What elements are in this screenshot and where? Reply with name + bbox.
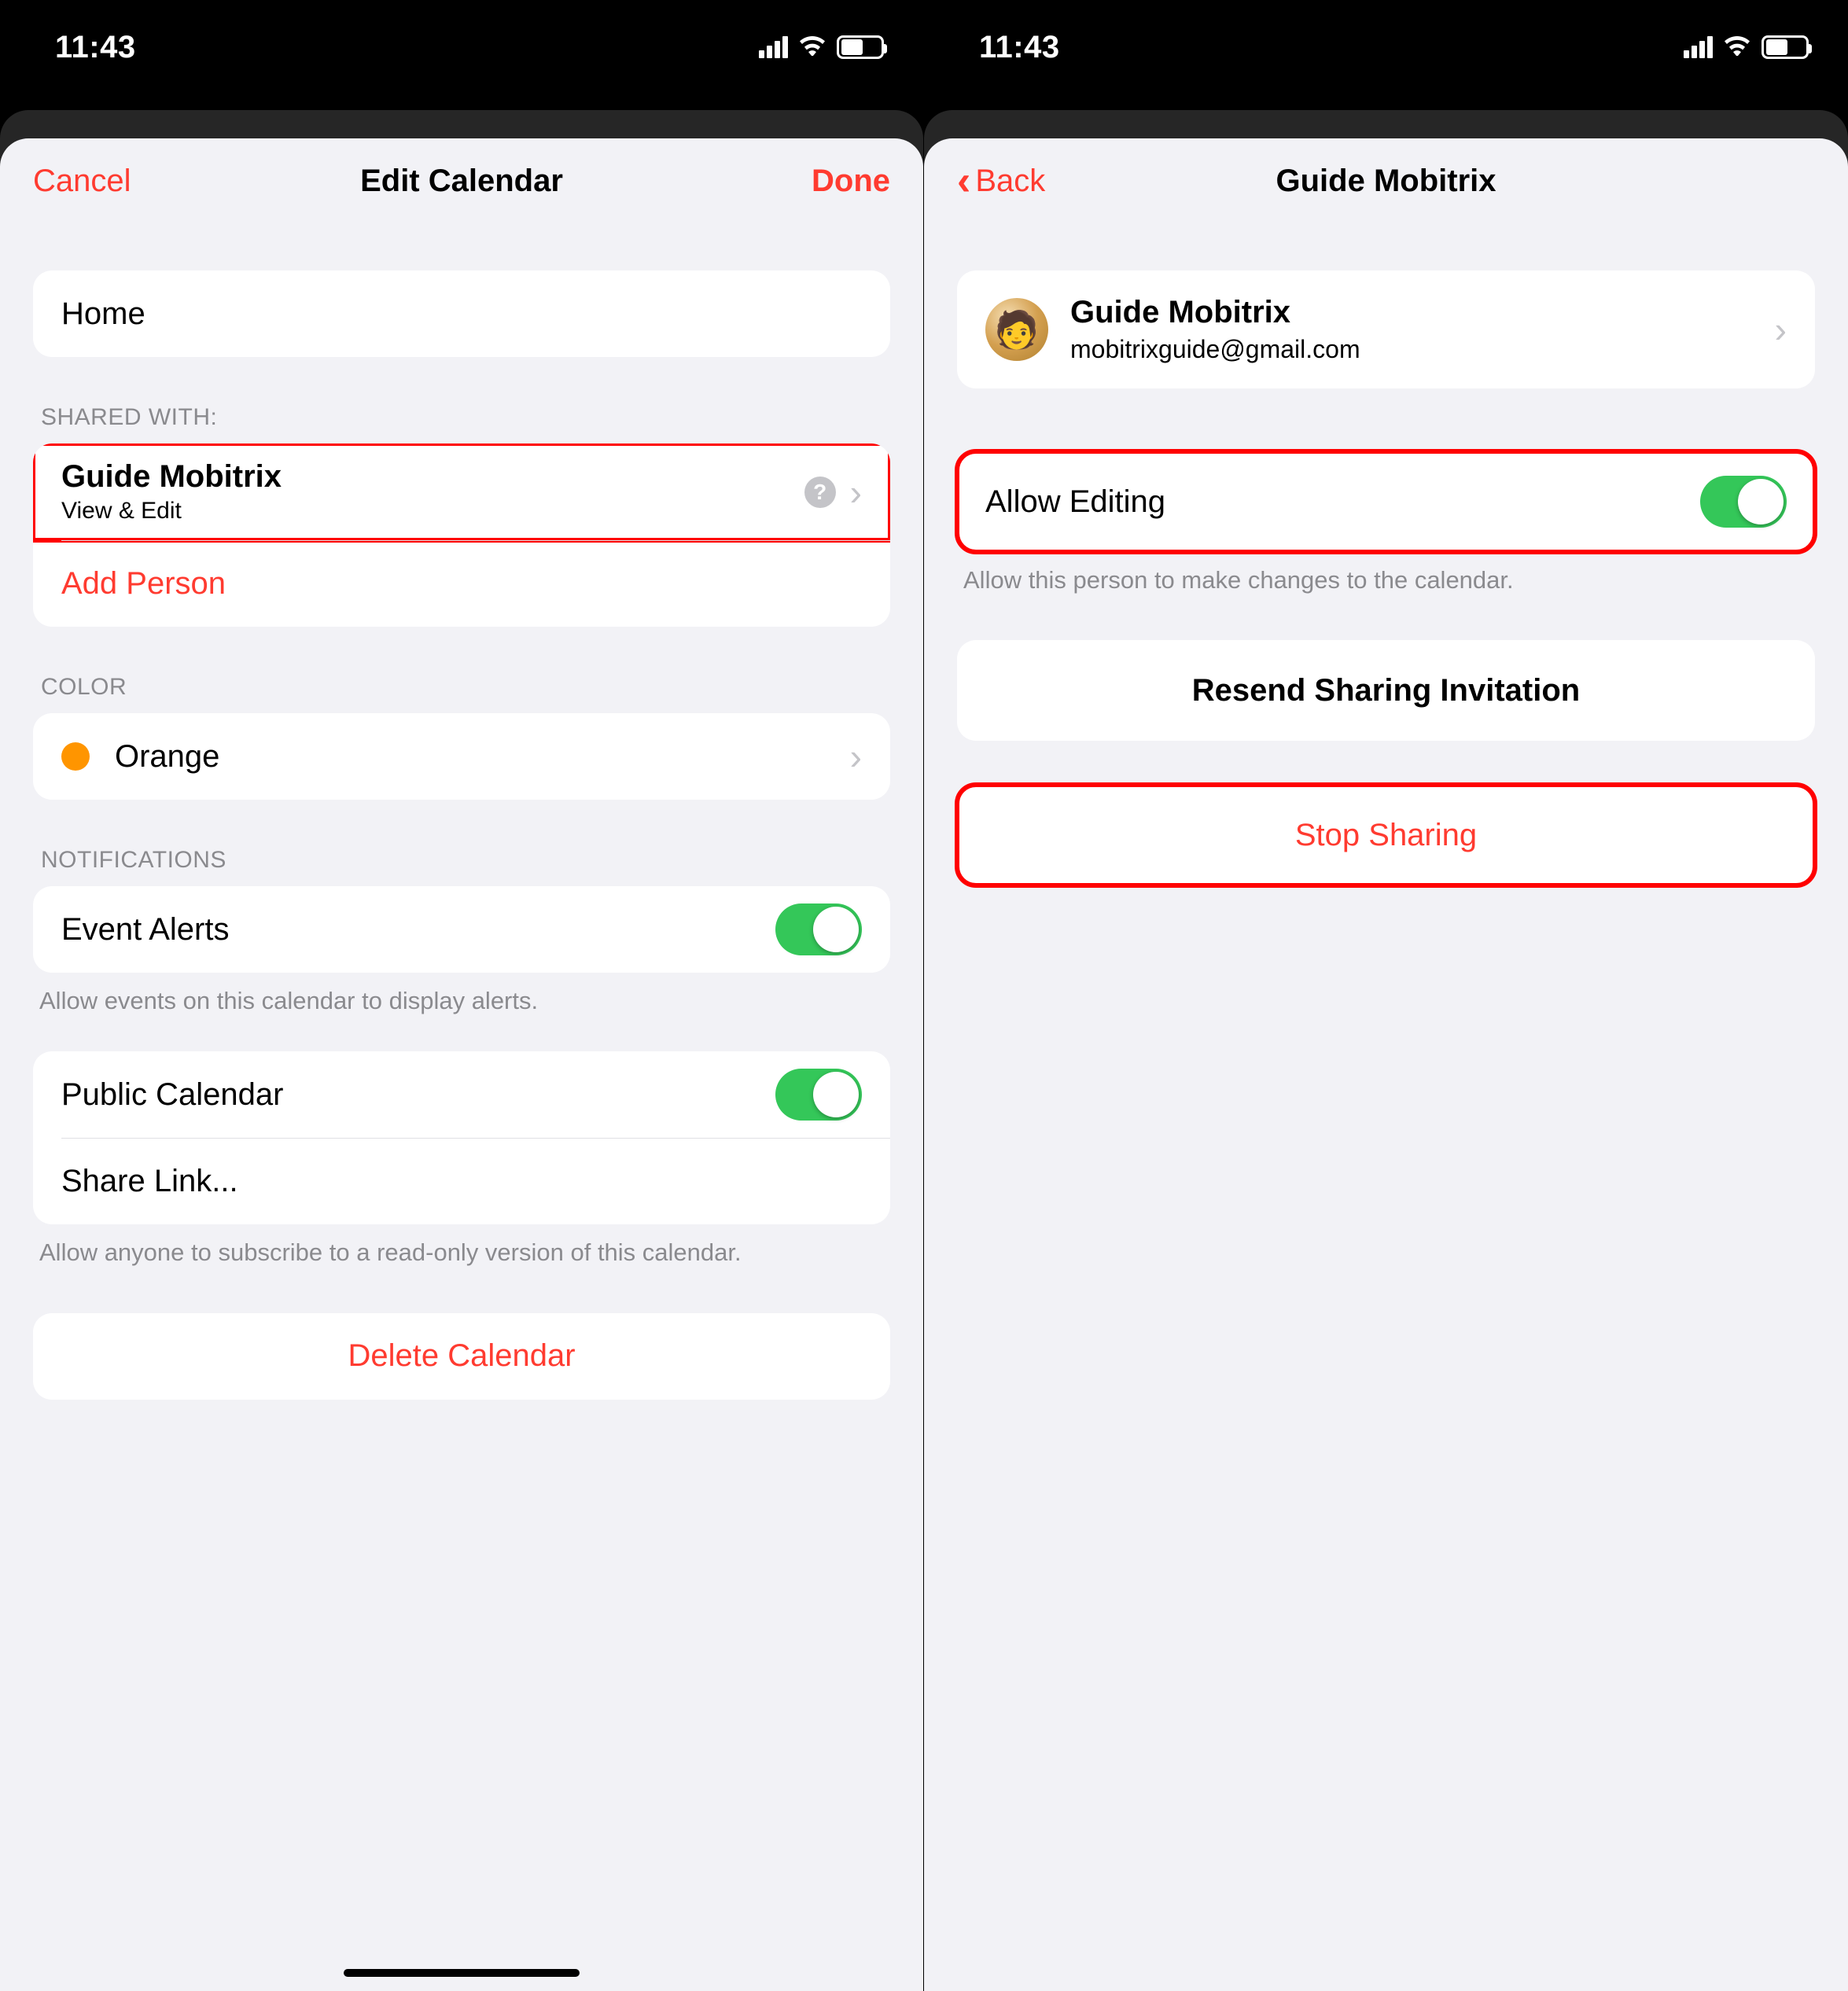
phone-left: 11:43 Cancel Edit Calendar Done [0, 0, 924, 1991]
stop-sharing-button[interactable]: Stop Sharing [957, 785, 1815, 885]
person-info-group: 🧑 Guide Mobitrix mobitrixguide@gmail.com… [957, 270, 1815, 388]
battery-icon [1761, 35, 1809, 59]
cancel-button[interactable]: Cancel [33, 164, 131, 199]
shared-with-header: Shared With: [41, 404, 890, 431]
avatar: 🧑 [985, 298, 1048, 361]
status-bar: 11:43 [0, 0, 923, 94]
delete-calendar-button[interactable]: Delete Calendar [33, 1313, 890, 1400]
back-button[interactable]: ‹ Back [957, 157, 1114, 204]
person-email: mobitrixguide@gmail.com [1070, 335, 1775, 364]
chevron-right-icon: › [1775, 308, 1787, 351]
back-label: Back [975, 164, 1045, 199]
home-indicator[interactable] [344, 1969, 580, 1977]
cellular-icon [1684, 36, 1713, 58]
resend-label: Resend Sharing Invitation [1192, 673, 1580, 708]
status-time: 11:43 [979, 30, 1060, 65]
shared-with-group: Guide Mobitrix View & Edit ? › Add Perso… [33, 443, 890, 627]
share-link-label: Share Link... [61, 1164, 862, 1199]
calendar-name-group: Home [33, 270, 890, 357]
color-row[interactable]: Orange › [33, 713, 890, 800]
add-person-button[interactable]: Add Person [33, 540, 890, 627]
status-bar: 11:43 [924, 0, 1848, 94]
event-alerts-row: Event Alerts [33, 886, 890, 973]
nav-bar: Cancel Edit Calendar Done [0, 138, 923, 223]
stop-sharing-label: Stop Sharing [1295, 818, 1477, 853]
calendar-name-text: Home [61, 296, 862, 332]
add-person-label: Add Person [61, 566, 862, 602]
color-name: Orange [115, 739, 850, 775]
status-time: 11:43 [55, 30, 136, 65]
wifi-icon [1724, 34, 1750, 61]
resend-invitation-button[interactable]: Resend Sharing Invitation [957, 640, 1815, 741]
allow-editing-row: Allow Editing [957, 451, 1815, 552]
shared-person-row[interactable]: Guide Mobitrix View & Edit ? › [33, 443, 890, 540]
cellular-icon [759, 36, 788, 58]
edit-calendar-sheet: Cancel Edit Calendar Done Home Shared Wi… [0, 138, 923, 1991]
delete-calendar-label: Delete Calendar [348, 1338, 575, 1374]
event-alerts-label: Event Alerts [61, 912, 775, 948]
color-header: Color [41, 674, 890, 701]
allow-editing-toggle[interactable] [1700, 476, 1787, 528]
public-calendar-label: Public Calendar [61, 1077, 775, 1113]
allow-editing-label: Allow Editing [985, 484, 1700, 520]
public-calendar-group: Public Calendar Share Link... [33, 1051, 890, 1224]
event-alerts-toggle[interactable] [775, 903, 862, 955]
status-icons [759, 34, 884, 61]
calendar-name-field[interactable]: Home [33, 270, 890, 357]
chevron-right-icon: › [850, 735, 862, 778]
share-link-row[interactable]: Share Link... [33, 1138, 890, 1224]
allow-editing-footer: Allow this person to make changes to the… [963, 565, 1809, 596]
event-alerts-footer: Allow events on this calendar to display… [39, 985, 884, 1017]
public-calendar-footer: Allow anyone to subscribe to a read-only… [39, 1237, 884, 1268]
allow-editing-group: Allow Editing [957, 451, 1815, 552]
person-info-row[interactable]: 🧑 Guide Mobitrix mobitrixguide@gmail.com… [957, 270, 1815, 388]
public-calendar-row: Public Calendar [33, 1051, 890, 1138]
public-calendar-toggle[interactable] [775, 1069, 862, 1121]
page-title: Guide Mobitrix [1276, 164, 1496, 199]
color-swatch-icon [61, 742, 90, 771]
resend-group: Resend Sharing Invitation [957, 640, 1815, 741]
delete-group: Delete Calendar [33, 1313, 890, 1400]
chevron-right-icon: › [850, 471, 862, 513]
chevron-left-icon: ‹ [957, 157, 970, 204]
done-button[interactable]: Done [812, 164, 890, 199]
help-icon: ? [804, 477, 836, 508]
color-group: Orange › [33, 713, 890, 800]
stop-sharing-group: Stop Sharing [957, 785, 1815, 885]
wifi-icon [799, 34, 826, 61]
page-title: Edit Calendar [360, 164, 563, 199]
battery-icon [837, 35, 884, 59]
status-icons [1684, 34, 1809, 61]
shared-person-permission: View & Edit [61, 498, 804, 524]
event-alerts-group: Event Alerts [33, 886, 890, 973]
person-detail-sheet: ‹ Back Guide Mobitrix 🧑 Guide Mobitrix m… [924, 138, 1848, 1991]
shared-person-name: Guide Mobitrix [61, 459, 804, 495]
nav-bar: ‹ Back Guide Mobitrix [924, 138, 1848, 223]
person-name: Guide Mobitrix [1070, 295, 1775, 330]
notifications-header: Notifications [41, 847, 890, 874]
phone-right: 11:43 ‹ Back Guide Mobitrix [924, 0, 1848, 1991]
